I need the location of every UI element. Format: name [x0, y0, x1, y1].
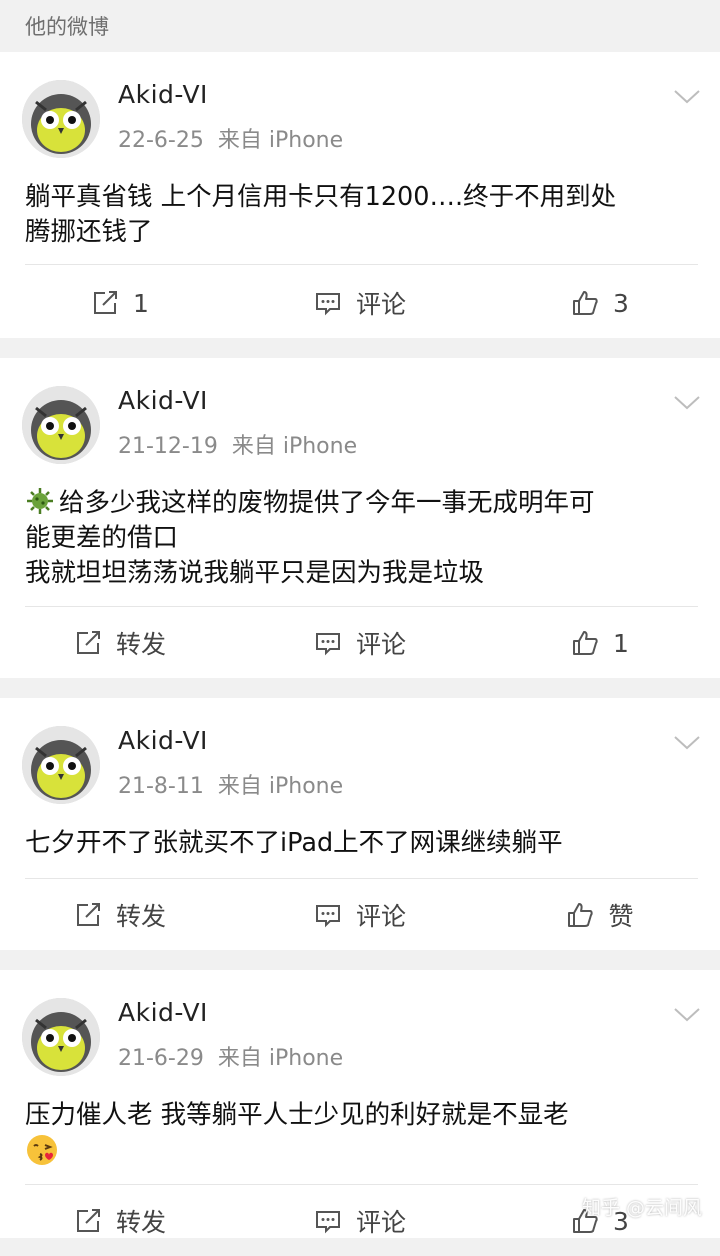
post-card[interactable]: Akid-VI 21-8-11 来自 iPhone 七夕开不了张就买不了iPad上…	[0, 698, 720, 950]
repost-icon	[76, 903, 100, 926]
comment-icon	[315, 1211, 340, 1234]
comment-button[interactable]: 评论	[240, 1186, 480, 1256]
post-text-line: 给多少我这样的废物提供了今年一事无成明年可	[25, 486, 698, 521]
post-meta: 21-6-29 来自 iPhone	[118, 1040, 343, 1072]
post-date: 21-8-11	[118, 774, 204, 799]
like-button[interactable]: 3	[480, 268, 720, 338]
virus-emoji-icon	[27, 488, 53, 514]
post-date: 22-6-25	[118, 128, 204, 153]
username[interactable]: Akid-VI	[118, 726, 208, 755]
repost-button[interactable]: 转发	[0, 1186, 240, 1256]
like-count: 1	[613, 628, 629, 658]
like-button[interactable]: 赞	[480, 880, 720, 950]
action-bar: 1 评论 3	[0, 268, 720, 338]
divider	[25, 1184, 698, 1185]
post-text: 给多少我这样的废物提供了今年一事无成明年可	[59, 488, 595, 518]
avatar[interactable]	[22, 80, 100, 158]
post-meta: 21-12-19 来自 iPhone	[118, 428, 357, 460]
action-bar: 转发 评论 赞	[0, 880, 720, 950]
thumbs-up-icon	[573, 631, 598, 655]
chevron-down-icon[interactable]	[672, 732, 702, 752]
comment-icon	[315, 293, 340, 316]
post-text-line	[25, 1133, 698, 1172]
post-card[interactable]: Akid-VI 21-12-19 来自 iPhone 给多少我这样的废物提供了今年…	[0, 358, 720, 678]
action-bar: 转发 评论 1	[0, 608, 720, 678]
post-date: 21-12-19	[118, 434, 218, 459]
divider	[25, 878, 698, 879]
post-meta: 21-8-11 来自 iPhone	[118, 768, 343, 800]
repost-icon	[94, 291, 118, 314]
divider	[25, 264, 698, 265]
comment-label: 评论	[355, 1208, 406, 1237]
avatar[interactable]	[22, 726, 100, 804]
comment-label: 评论	[355, 630, 406, 659]
post-content: 躺平真省钱 上个月信用卡只有1200….终于不用到处 腾挪还钱了	[25, 180, 698, 250]
post-date: 21-6-29	[118, 1046, 204, 1071]
divider	[25, 606, 698, 607]
post-text-line: 我就坦坦荡荡说我躺平只是因为我是垃圾	[25, 558, 485, 588]
comment-icon	[315, 633, 340, 656]
post-source: 来自 iPhone	[217, 128, 344, 153]
post-card[interactable]: Akid-VI 22-6-25 来自 iPhone 躺平真省钱 上个月信用卡只有1…	[0, 52, 720, 338]
kiss-emoji-icon	[27, 1135, 57, 1165]
comment-label: 评论	[355, 902, 406, 931]
repost-count: 1	[133, 288, 149, 318]
chevron-down-icon[interactable]	[672, 86, 702, 106]
repost-label: 转发	[115, 902, 166, 931]
post-text-line: 七夕开不了张就买不了iPad上不了网课继续躺平	[25, 828, 563, 858]
post-meta: 22-6-25 来自 iPhone	[118, 122, 343, 154]
repost-icon	[76, 631, 100, 654]
avatar[interactable]	[22, 386, 100, 464]
chevron-down-icon[interactable]	[672, 392, 702, 412]
post-text-line: 腾挪还钱了	[25, 217, 153, 247]
comment-button[interactable]: 评论	[240, 608, 480, 678]
section-header: 他的微博	[0, 0, 720, 52]
avatar[interactable]	[22, 998, 100, 1076]
comment-button[interactable]: 评论	[240, 268, 480, 338]
post-source: 来自 iPhone	[217, 1046, 344, 1071]
chevron-down-icon[interactable]	[672, 1004, 702, 1024]
post-text-line: 躺平真省钱 上个月信用卡只有1200….终于不用到处	[25, 182, 617, 212]
comment-icon	[315, 905, 340, 928]
section-title: 他的微博	[25, 15, 109, 39]
comment-label: 评论	[355, 290, 406, 319]
like-label: 赞	[608, 902, 634, 931]
repost-button[interactable]: 1	[0, 268, 240, 338]
repost-label: 转发	[115, 1208, 166, 1237]
post-text-line: 压力催人老 我等躺平人士少见的利好就是不显老	[25, 1100, 569, 1130]
post-content: 给多少我这样的废物提供了今年一事无成明年可 能更差的借口 我就坦坦荡荡说我躺平只…	[25, 486, 698, 591]
post-text-line: 能更差的借口	[25, 523, 179, 553]
username[interactable]: Akid-VI	[118, 998, 208, 1027]
repost-button[interactable]: 转发	[0, 608, 240, 678]
watermark: 知乎 @云间风	[581, 1197, 702, 1219]
like-count: 3	[613, 288, 629, 318]
repost-button[interactable]: 转发	[0, 880, 240, 950]
post-source: 来自 iPhone	[231, 434, 358, 459]
thumbs-up-icon	[568, 903, 594, 927]
comment-button[interactable]: 评论	[240, 880, 480, 950]
username[interactable]: Akid-VI	[118, 80, 208, 109]
repost-label: 转发	[115, 630, 166, 659]
post-content: 七夕开不了张就买不了iPad上不了网课继续躺平	[25, 826, 698, 861]
thumbs-up-icon	[573, 291, 598, 315]
post-content: 压力催人老 我等躺平人士少见的利好就是不显老	[25, 1098, 698, 1172]
post-source: 来自 iPhone	[217, 774, 344, 799]
repost-icon	[76, 1209, 100, 1232]
like-button[interactable]: 1	[480, 608, 720, 678]
username[interactable]: Akid-VI	[118, 386, 208, 415]
